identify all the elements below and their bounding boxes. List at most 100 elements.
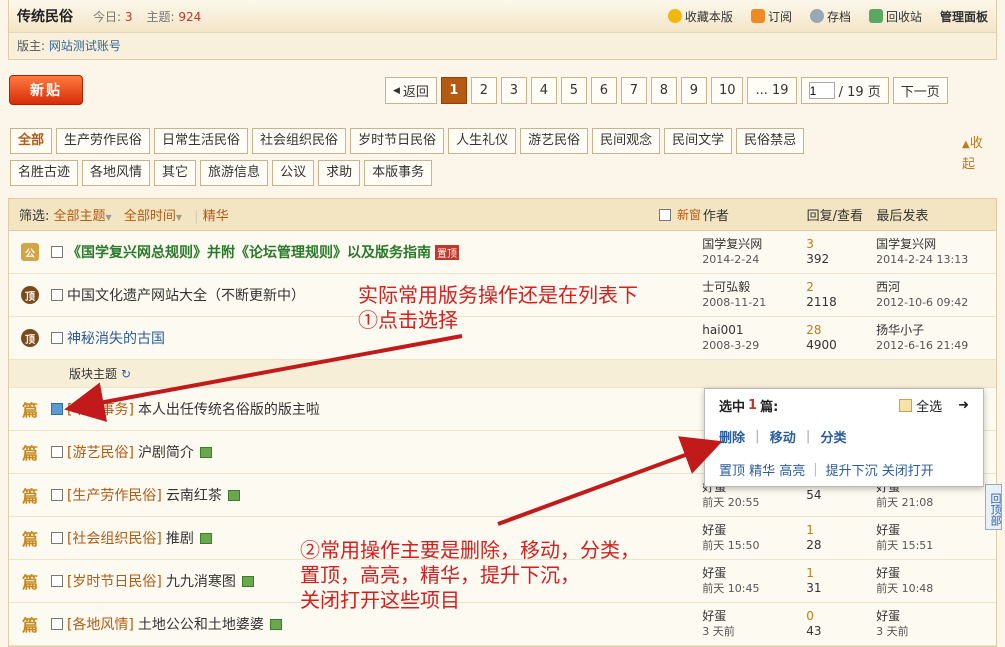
last-post-time[interactable]: 2014-2-24 13:13 xyxy=(876,252,996,267)
thread-title[interactable]: 神秘消失的古国 xyxy=(67,328,165,348)
page-10[interactable]: 10 xyxy=(710,77,744,104)
last-post-user[interactable]: 好蛋 xyxy=(876,609,996,624)
thread-author[interactable]: 好蛋 xyxy=(702,566,806,581)
page-1[interactable]: 1 xyxy=(440,77,467,104)
table-row[interactable]: 公 《国学复兴网总规则》并附《论坛管理规则》以及版务指南 置顶 国学复兴网 2014… xyxy=(9,231,996,274)
last-post-time[interactable]: 2012-6-16 21:49 xyxy=(876,338,996,353)
page-3[interactable]: 3 xyxy=(500,77,527,104)
thread-category-tag[interactable]: [各地风情] xyxy=(67,614,134,634)
thread-title[interactable]: 中国文化遗产网站大全（不断更新中） xyxy=(67,285,305,305)
thread-title[interactable]: 《国学复兴网总规则》并附《论坛管理规则》以及版务指南 xyxy=(67,242,431,262)
thread-checkbox[interactable] xyxy=(50,532,63,544)
thread-checkbox[interactable] xyxy=(50,332,63,344)
new-window-checkbox[interactable] xyxy=(659,208,672,221)
refresh-icon[interactable]: ↻ xyxy=(121,367,131,381)
archive-label[interactable]: 存档 xyxy=(827,8,851,25)
select-all-toggle[interactable]: 全选 ➜ xyxy=(899,396,969,415)
next-page-button[interactable]: 下一页 xyxy=(892,77,948,104)
last-post-time[interactable]: 前天 21:08 xyxy=(876,495,996,510)
page-19[interactable]: ... 19 xyxy=(747,77,797,104)
thread-checkbox[interactable] xyxy=(50,246,63,258)
admin-panel-button[interactable]: 管理面板 xyxy=(940,8,988,25)
thread-checkbox[interactable] xyxy=(50,489,63,501)
thread-author[interactable]: 好蛋 xyxy=(702,523,806,538)
category-item[interactable]: 日常生活民俗 xyxy=(154,128,249,154)
category-item[interactable]: 各地风情 xyxy=(82,160,151,186)
page-6[interactable]: 6 xyxy=(590,77,617,104)
collapse-button[interactable]: ▲收起 xyxy=(962,134,992,175)
thread-category-tag[interactable]: [本版事务] xyxy=(67,399,134,419)
category-item[interactable]: 社会组织民俗 xyxy=(252,128,347,154)
back-button[interactable]: ◀ 返回 xyxy=(385,77,437,104)
all-time-dropdown[interactable]: 全部时间 xyxy=(124,209,176,224)
thread-category-tag[interactable]: [生产劳作民俗] xyxy=(67,485,162,505)
thread-title[interactable]: 本人出任传统名俗版的版主啦 xyxy=(138,399,320,419)
moderator-link[interactable]: 网站测试账号 xyxy=(49,39,121,53)
new-window-toggle[interactable]: 新窗 xyxy=(659,206,703,223)
category-item[interactable]: 生产劳作民俗 xyxy=(56,128,151,154)
thread-author[interactable]: 国学复兴网 xyxy=(702,237,806,252)
thread-title[interactable]: 沪剧简介 xyxy=(138,442,194,462)
last-post-time[interactable]: 2012-10-6 09:42 xyxy=(876,295,996,310)
recycle-bin-button[interactable]: 回收站 xyxy=(868,8,922,25)
last-post-time[interactable]: 前天 10:48 xyxy=(876,581,996,596)
category-item[interactable]: 人生礼仪 xyxy=(448,128,517,154)
category-item[interactable]: 岁时节日民俗 xyxy=(350,128,445,154)
category-item[interactable]: 求助 xyxy=(318,160,361,186)
last-post-user[interactable]: 扬华小子 xyxy=(876,323,996,338)
category-item[interactable]: 其它 xyxy=(154,160,197,186)
last-post-user[interactable]: 国学复兴网 xyxy=(876,237,996,252)
category-item[interactable]: 游艺民俗 xyxy=(520,128,589,154)
last-post-user[interactable]: 西河 xyxy=(876,280,996,295)
thread-category-tag[interactable]: [游艺民俗] xyxy=(67,442,134,462)
admin-panel-label[interactable]: 管理面板 xyxy=(940,8,988,25)
favorite-label[interactable]: 收藏本版 xyxy=(685,8,733,25)
page-9[interactable]: 9 xyxy=(680,77,707,104)
category-item[interactable]: 公议 xyxy=(272,160,315,186)
classify-button[interactable]: 分类 xyxy=(821,427,847,446)
recycle-label[interactable]: 回收站 xyxy=(886,8,922,25)
subscribe-label[interactable]: 订阅 xyxy=(768,8,792,25)
thread-category-tag[interactable]: [社会组织民俗] xyxy=(67,528,162,548)
thread-checkbox[interactable] xyxy=(51,446,63,458)
category-item[interactable]: 民间文学 xyxy=(664,128,733,154)
back-to-top-button[interactable]: 回顶部 xyxy=(985,484,1002,530)
last-post-time[interactable]: 前天 15:51 xyxy=(876,538,996,553)
new-post-button[interactable]: 新贴 xyxy=(9,75,83,105)
category-all[interactable]: 全部 xyxy=(10,128,53,154)
thread-checkbox[interactable] xyxy=(51,403,63,415)
category-item[interactable]: 旅游信息 xyxy=(200,160,269,186)
thread-title[interactable]: 土地公公和土地婆婆 xyxy=(138,614,264,634)
bump-close-actions[interactable]: 提升下沉 关闭打开 xyxy=(826,460,934,479)
last-post-user[interactable]: 好蛋 xyxy=(876,523,996,538)
digest-filter[interactable]: 精华 xyxy=(203,209,229,224)
page-jump-input[interactable] xyxy=(808,82,835,99)
thread-checkbox[interactable] xyxy=(50,618,63,630)
page-5[interactable]: 5 xyxy=(560,77,587,104)
thread-author[interactable]: 好蛋 xyxy=(702,609,806,624)
thread-title[interactable]: 九九消寒图 xyxy=(166,571,236,591)
thread-title[interactable]: 云南红茶 xyxy=(166,485,222,505)
page-8[interactable]: 8 xyxy=(650,77,677,104)
thread-author[interactable]: hai001 xyxy=(702,323,806,338)
arrow-right-icon[interactable]: ➜ xyxy=(958,398,969,413)
page-7[interactable]: 7 xyxy=(620,77,647,104)
thread-author[interactable]: 士可弘毅 xyxy=(702,280,806,295)
category-item[interactable]: 民俗禁忌 xyxy=(736,128,805,154)
category-item[interactable]: 本版事务 xyxy=(364,160,433,186)
thread-checkbox[interactable] xyxy=(50,575,63,587)
all-topics-dropdown[interactable]: 全部主题 xyxy=(54,209,106,224)
delete-button[interactable]: 删除 xyxy=(719,427,745,446)
category-item[interactable]: 名胜古迹 xyxy=(10,160,79,186)
last-post-user[interactable]: 好蛋 xyxy=(876,566,996,581)
subscribe-button[interactable]: 订阅 xyxy=(750,8,792,25)
thread-category-tag[interactable]: [岁时节日民俗] xyxy=(67,571,162,591)
favorite-button[interactable]: 收藏本版 xyxy=(667,8,733,25)
thread-title[interactable]: 推剧 xyxy=(166,528,194,548)
archive-button[interactable]: 存档 xyxy=(809,8,851,25)
move-button[interactable]: 移动 xyxy=(770,427,796,446)
forum-title[interactable]: 传统民俗 xyxy=(17,6,73,26)
category-item[interactable]: 民间观念 xyxy=(592,128,661,154)
sticky-digest-highlight-actions[interactable]: 置顶 精华 高亮 xyxy=(719,460,805,479)
thread-checkbox[interactable] xyxy=(50,289,63,301)
